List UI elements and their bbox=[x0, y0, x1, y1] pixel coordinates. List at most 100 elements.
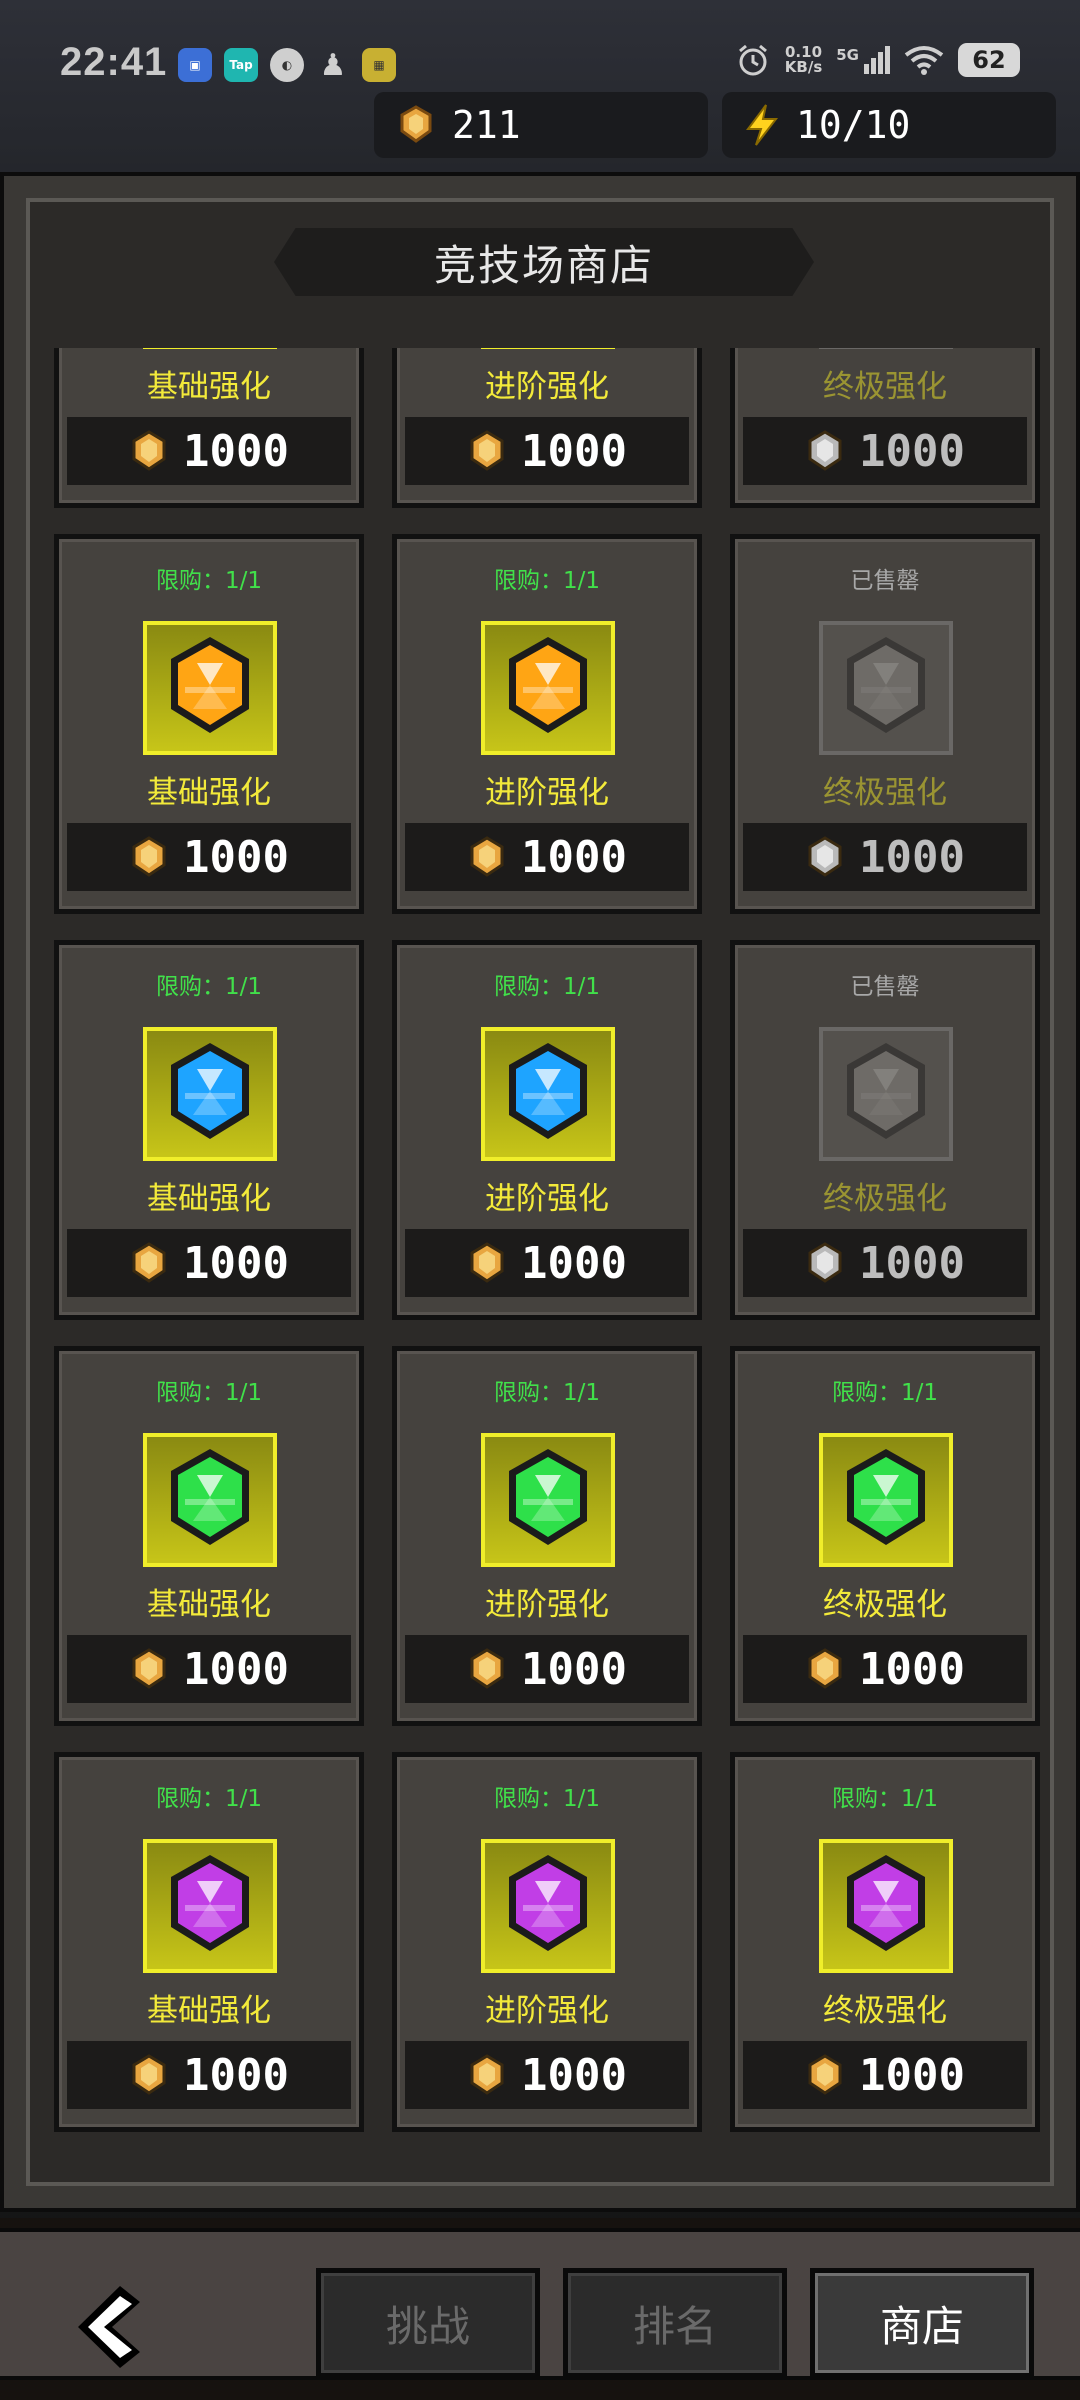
price-button[interactable]: 1000 bbox=[67, 823, 351, 891]
gem-icon bbox=[509, 1449, 587, 1545]
item-name: 进阶强化 bbox=[485, 775, 609, 811]
shop-item-card[interactable]: 限购：1/1 进阶强化 1000 bbox=[392, 940, 702, 1320]
item-name: 基础强化 bbox=[147, 775, 271, 811]
item-name: 进阶强化 bbox=[485, 1587, 609, 1623]
shop-item-card[interactable]: 限购：1/1 基础强化 1000 bbox=[54, 1752, 364, 2132]
item-icon-frame bbox=[481, 1839, 615, 1973]
shop-item-card[interactable]: 已售罄终极强化 1000 bbox=[730, 534, 1040, 914]
trophy-coin-icon bbox=[470, 2054, 504, 2095]
tap-notification-icon: Tap bbox=[224, 48, 258, 82]
item-icon-frame bbox=[481, 621, 615, 755]
shop-item-card[interactable]: 已售罄终极强化 1000 bbox=[730, 940, 1040, 1320]
gem-icon bbox=[847, 1855, 925, 1951]
price-button[interactable]: 1000 bbox=[743, 1635, 1027, 1703]
gem-icon bbox=[847, 637, 925, 733]
item-name: 终极强化 bbox=[823, 1993, 947, 2029]
shop-panel: 竞技场商店 基础强化 1000 进阶强化 1000 终极强化 1000 限购：1/1 基础强化… bbox=[0, 172, 1080, 2212]
browser-notification-icon: ◐ bbox=[270, 48, 304, 82]
price-amount: 1000 bbox=[183, 2049, 289, 2101]
screen: 22:41 ▣ Tap ◐ ♟ ▦ 0.10 KB/s 5G 62 211 10… bbox=[0, 0, 1080, 2400]
item-icon-frame bbox=[143, 621, 277, 755]
shop-item-card[interactable]: 基础强化 1000 bbox=[54, 348, 364, 508]
price-button[interactable]: 1000 bbox=[405, 417, 689, 485]
item-icon-frame bbox=[481, 1433, 615, 1567]
shop-item-card[interactable]: 限购：1/1 终极强化 1000 bbox=[730, 1752, 1040, 2132]
shop-item-card[interactable]: 限购：1/1 基础强化 1000 bbox=[54, 940, 364, 1320]
shop-item-card[interactable]: 限购：1/1 进阶强化 1000 bbox=[392, 1346, 702, 1726]
purchase-limit-label: 限购：1/1 bbox=[155, 1786, 262, 1812]
item-icon-frame bbox=[143, 1433, 277, 1567]
purchase-limit-label: 已售罄 bbox=[850, 568, 920, 594]
status-time: 22:41 bbox=[60, 40, 168, 84]
tab-ranking[interactable]: 排名 bbox=[563, 2268, 787, 2378]
trophy-coin-icon bbox=[132, 2054, 166, 2095]
trophy-coin-icon bbox=[132, 430, 166, 471]
price-amount: 1000 bbox=[183, 1643, 289, 1695]
trophy-coin-icon bbox=[808, 1242, 842, 1283]
item-name: 进阶强化 bbox=[485, 1993, 609, 2029]
item-name: 终极强化 bbox=[823, 369, 947, 405]
price-button[interactable]: 1000 bbox=[405, 1229, 689, 1297]
app-notification-icon: ▣ bbox=[178, 48, 212, 82]
item-icon-frame bbox=[819, 1433, 953, 1567]
shop-item-card[interactable]: 终极强化 1000 bbox=[730, 348, 1040, 508]
item-icon-frame bbox=[481, 348, 615, 349]
item-name: 终极强化 bbox=[823, 1181, 947, 1217]
price-button[interactable]: 1000 bbox=[743, 1229, 1027, 1297]
alarm-icon bbox=[738, 44, 767, 76]
price-button[interactable]: 1000 bbox=[405, 823, 689, 891]
price-button[interactable]: 1000 bbox=[67, 417, 351, 485]
notification-icons: ▣ Tap ◐ ♟ ▦ bbox=[178, 47, 396, 83]
price-button[interactable]: 1000 bbox=[67, 2041, 351, 2109]
purchase-limit-label: 限购：1/1 bbox=[493, 1786, 600, 1812]
trophy-coin-icon bbox=[132, 836, 166, 877]
trophy-coin-icon bbox=[808, 430, 842, 471]
game-notification-icon: ▦ bbox=[362, 48, 396, 82]
gem-icon bbox=[171, 1449, 249, 1545]
item-name: 进阶强化 bbox=[485, 1181, 609, 1217]
price-amount: 1000 bbox=[859, 831, 965, 883]
price-button[interactable]: 1000 bbox=[743, 417, 1027, 485]
trophy-coin-icon bbox=[808, 836, 842, 877]
tab-shop[interactable]: 商店 bbox=[810, 2268, 1034, 2378]
qq-notification-icon: ♟ bbox=[319, 47, 347, 83]
shop-item-card[interactable]: 限购：1/1 进阶强化 1000 bbox=[392, 1752, 702, 2132]
trophy-counter: 211 bbox=[374, 92, 708, 158]
price-button[interactable]: 1000 bbox=[67, 1635, 351, 1703]
price-button[interactable]: 1000 bbox=[67, 1229, 351, 1297]
tab-challenge-label: 挑战 bbox=[385, 2301, 470, 2351]
item-icon-frame bbox=[819, 1027, 953, 1161]
item-name: 终极强化 bbox=[823, 775, 947, 811]
price-button[interactable]: 1000 bbox=[405, 1635, 689, 1703]
purchase-limit-label: 限购：1/1 bbox=[493, 568, 600, 594]
shop-item-card[interactable]: 限购：1/1 基础强化 1000 bbox=[54, 1346, 364, 1726]
tab-ranking-label: 排名 bbox=[632, 2301, 717, 2351]
price-amount: 1000 bbox=[859, 1643, 965, 1695]
price-amount: 1000 bbox=[521, 2049, 627, 2101]
shop-item-card[interactable]: 限购：1/1 终极强化 1000 bbox=[730, 1346, 1040, 1726]
price-button[interactable]: 1000 bbox=[405, 2041, 689, 2109]
purchase-limit-label: 限购：1/1 bbox=[831, 1786, 938, 1812]
energy-counter: 10/10 bbox=[722, 92, 1056, 158]
price-amount: 1000 bbox=[183, 1237, 289, 1289]
tab-challenge[interactable]: 挑战 bbox=[316, 2268, 540, 2378]
price-button[interactable]: 1000 bbox=[743, 823, 1027, 891]
shop-item-card[interactable]: 限购：1/1 基础强化 1000 bbox=[54, 534, 364, 914]
back-arrow-icon[interactable] bbox=[70, 2282, 150, 2372]
shop-item-card[interactable]: 限购：1/1 进阶强化 1000 bbox=[392, 534, 702, 914]
trophy-coin-icon bbox=[132, 1242, 166, 1283]
price-amount: 1000 bbox=[859, 1237, 965, 1289]
item-name: 基础强化 bbox=[147, 1993, 271, 2029]
lightning-icon bbox=[746, 104, 779, 146]
price-amount: 1000 bbox=[183, 831, 289, 883]
status-bar: 22:41 ▣ Tap ◐ ♟ ▦ 0.10 KB/s 5G 62 bbox=[0, 0, 1080, 95]
energy-count: 10/10 bbox=[796, 103, 911, 147]
purchase-limit-label: 已售罄 bbox=[850, 974, 920, 1000]
tab-shop-label: 商店 bbox=[879, 2301, 964, 2351]
price-amount: 1000 bbox=[521, 1237, 627, 1289]
shop-item-card[interactable]: 进阶强化 1000 bbox=[392, 348, 702, 508]
battery-indicator: 62 bbox=[958, 43, 1020, 77]
item-name: 基础强化 bbox=[147, 369, 271, 405]
shop-item-list[interactable]: 基础强化 1000 进阶强化 1000 终极强化 1000 限购：1/1 基础强化 1000 限购… bbox=[44, 348, 1044, 2343]
price-button[interactable]: 1000 bbox=[743, 2041, 1027, 2109]
